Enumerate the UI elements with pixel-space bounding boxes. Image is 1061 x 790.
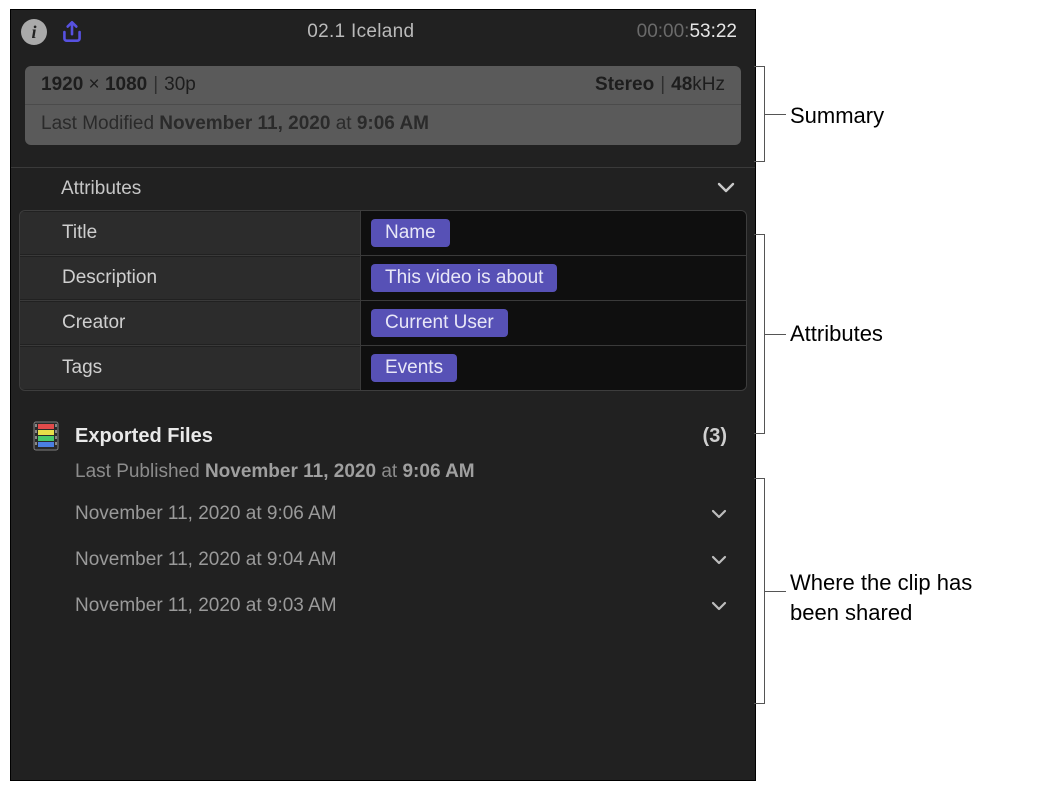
attr-row-creator: Creator Current User — [20, 300, 746, 345]
clip-title: 02.1 Iceland — [85, 21, 637, 43]
attr-value-tags[interactable]: Events — [360, 346, 746, 390]
summary-box: 1920 × 1080|30p Stereo|48kHz Last Modifi… — [25, 66, 741, 145]
token: Events — [371, 354, 457, 382]
exported-file-row[interactable]: November 11, 2020 at 9:04 AM — [33, 537, 733, 583]
attributes-header[interactable]: Attributes — [11, 168, 755, 210]
audio-format: Stereo|48kHz — [595, 74, 725, 96]
callout-tick — [764, 591, 786, 592]
exported-file-row[interactable]: November 11, 2020 at 9:06 AM — [33, 491, 733, 537]
exported-file-date: November 11, 2020 at 9:03 AM — [75, 595, 337, 617]
share-icon[interactable] — [59, 19, 85, 45]
chevron-down-icon — [711, 549, 727, 571]
token: This video is about — [371, 264, 557, 292]
attr-label: Creator — [20, 302, 360, 344]
token: Name — [371, 219, 450, 247]
attr-label: Description — [20, 257, 360, 299]
attributes-table: Title Name Description This video is abo… — [19, 210, 747, 391]
exported-file-date: November 11, 2020 at 9:04 AM — [75, 549, 337, 571]
chevron-down-icon — [711, 595, 727, 617]
inspector-header: i 02.1 Iceland 00:00:53:22 — [11, 10, 755, 54]
exported-file-date: November 11, 2020 at 9:06 AM — [75, 503, 337, 525]
token: Current User — [371, 309, 508, 337]
exported-file-row[interactable]: November 11, 2020 at 9:03 AM — [33, 583, 733, 629]
callout-shared: Where the clip has been shared — [790, 568, 1020, 627]
exported-files-header[interactable]: Exported Files (3) — [33, 421, 733, 451]
chevron-down-icon — [711, 503, 727, 525]
attr-row-description: Description This video is about — [20, 255, 746, 300]
attr-row-title: Title Name — [20, 211, 746, 255]
attr-value-title[interactable]: Name — [360, 211, 746, 255]
attr-value-creator[interactable]: Current User — [360, 301, 746, 345]
share-inspector: i 02.1 Iceland 00:00:53:22 1920 × 1080|3… — [10, 9, 756, 781]
attr-label: Title — [20, 212, 360, 254]
exported-files-section: Exported Files (3) Last Published Novemb… — [11, 391, 755, 629]
attributes-label: Attributes — [61, 178, 141, 200]
attr-label: Tags — [20, 347, 360, 389]
exported-files-title: Exported Files — [75, 425, 213, 448]
timecode: 00:00:53:22 — [637, 21, 737, 43]
attr-value-description[interactable]: This video is about — [360, 256, 746, 300]
last-modified: Last Modified November 11, 2020 at 9:06 … — [25, 105, 741, 145]
exported-files-count: (3) — [703, 425, 733, 448]
chevron-down-icon — [717, 178, 735, 200]
attr-row-tags: Tags Events — [20, 345, 746, 390]
callout-tick — [764, 114, 786, 115]
info-icon[interactable]: i — [21, 19, 47, 45]
filmstrip-icon — [33, 421, 59, 451]
resolution: 1920 × 1080|30p — [41, 74, 196, 96]
callout-summary: Summary — [790, 103, 884, 129]
callout-attributes: Attributes — [790, 321, 883, 347]
last-published: Last Published November 11, 2020 at 9:06… — [33, 451, 733, 491]
callout-tick — [764, 334, 786, 335]
